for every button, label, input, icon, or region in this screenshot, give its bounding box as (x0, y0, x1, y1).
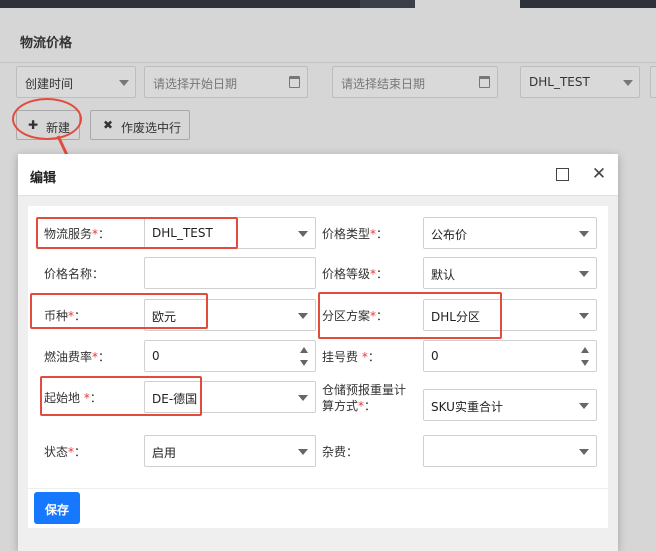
chevron-down-icon (579, 231, 589, 237)
filter-overflow (650, 66, 656, 98)
chevron-down-icon (579, 271, 589, 277)
price-type-select[interactable]: 公布价 (423, 217, 597, 249)
chevron-down-icon (298, 395, 308, 401)
storage-forecast-value: SKU实重合计 (431, 400, 503, 414)
price-name-input[interactable] (144, 257, 316, 289)
registration-fee-label: 挂号费 *： (322, 350, 380, 364)
status-label: 状态*： (44, 445, 87, 459)
decrement-icon[interactable] (581, 360, 589, 366)
save-button-label: 保存 (44, 503, 69, 517)
top-strip (0, 0, 656, 8)
price-level-label: 价格等级*： (322, 267, 389, 281)
maximize-icon[interactable] (556, 168, 569, 181)
x-icon: ✖ (103, 118, 114, 132)
chevron-down-icon (298, 231, 308, 237)
registration-fee-stepper[interactable]: 0 (423, 340, 597, 372)
annotation-box-zone-plan (318, 292, 502, 339)
divider (28, 488, 608, 489)
modal-header: 编辑 ✕ (18, 154, 618, 196)
time-type-select[interactable]: 创建时间 (16, 66, 136, 98)
misc-fee-label: 杂费： (322, 445, 359, 459)
close-icon[interactable]: ✕ (590, 164, 608, 184)
start-date-placeholder: 请选择开始日期 (153, 77, 238, 91)
chevron-down-icon (298, 313, 308, 319)
status-select[interactable]: 启用 (144, 435, 316, 467)
void-selected-button[interactable]: ✖ 作废选中行 (90, 110, 190, 140)
calendar-icon (289, 76, 300, 88)
chevron-down-icon (119, 80, 129, 86)
edit-modal: 编辑 ✕ 物流服务*： DHL_TEST 价格类型*： 公布价 价格名称： 价格… (18, 154, 618, 551)
chevron-down-icon (579, 313, 589, 319)
time-type-value: 创建时间 (25, 77, 74, 91)
start-date-input[interactable]: 请选择开始日期 (144, 66, 308, 98)
decrement-icon[interactable] (300, 360, 308, 366)
end-date-input[interactable]: 请选择结束日期 (332, 66, 498, 98)
status-value: 启用 (152, 446, 177, 460)
storage-forecast-select[interactable]: SKU实重合计 (423, 389, 597, 421)
registration-fee-value: 0 (431, 349, 439, 363)
price-type-value: 公布价 (431, 228, 468, 242)
service-filter-value: DHL_TEST (529, 75, 590, 89)
form-card: 物流服务*： DHL_TEST 价格类型*： 公布价 价格名称： 价格等级*： … (28, 206, 608, 528)
misc-fee-select[interactable] (423, 435, 597, 467)
annotation-box-logistics-service (36, 217, 238, 249)
price-name-label: 价格名称： (44, 267, 105, 281)
chevron-down-icon (298, 449, 308, 455)
chevron-down-icon (579, 403, 589, 409)
price-level-value: 默认 (431, 268, 456, 282)
storage-forecast-label: 仓储预报重量计 算方式*： (322, 383, 407, 413)
void-selected-label: 作废选中行 (121, 121, 182, 135)
price-level-select[interactable]: 默认 (423, 257, 597, 289)
annotation-box-origin (40, 376, 202, 416)
annotation-box-currency (30, 293, 208, 329)
end-date-placeholder: 请选择结束日期 (341, 77, 426, 91)
modal-title: 编辑 (30, 171, 57, 186)
save-button[interactable]: 保存 (34, 492, 80, 524)
increment-icon[interactable] (300, 347, 308, 353)
chevron-down-icon (579, 449, 589, 455)
chevron-down-icon (623, 80, 633, 86)
calendar-icon (479, 76, 490, 88)
page-title: 物流价格 (20, 36, 73, 51)
fuel-rate-stepper[interactable]: 0 (144, 340, 316, 372)
divider (0, 62, 656, 63)
fuel-rate-label: 燃油费率*： (44, 350, 111, 364)
service-filter-select[interactable]: DHL_TEST (520, 66, 640, 98)
price-type-label: 价格类型*： (322, 227, 389, 241)
fuel-rate-value: 0 (152, 349, 160, 363)
increment-icon[interactable] (581, 347, 589, 353)
